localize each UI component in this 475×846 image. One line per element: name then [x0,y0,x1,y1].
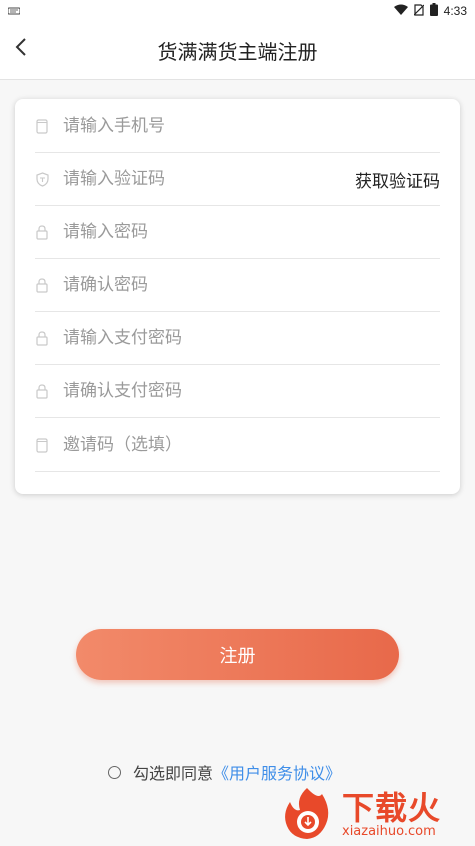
phone-input[interactable] [63,100,440,152]
watermark-title: 下载火 [342,789,442,827]
header: 货满满货主端注册 [0,22,475,80]
lock-icon [35,383,49,399]
phone-icon [35,437,49,453]
register-form: 获取验证码 [15,99,460,494]
agreement-prefix: 勾选即同意 [133,764,214,783]
agree-checkbox[interactable] [108,765,121,779]
battery-icon [429,3,438,19]
confirm-password-field-row [35,259,440,312]
status-bar: 4:33 [0,0,475,22]
lock-icon [35,330,49,346]
get-code-button[interactable]: 获取验证码 [347,167,440,192]
user-agreement-link[interactable]: 《用户服务协议》 [213,760,341,784]
wifi-icon [393,4,408,19]
phone-field-row [35,100,440,153]
flame-logo-icon [278,784,336,846]
page-title: 货满满货主端注册 [157,40,318,64]
verification-code-input[interactable] [63,153,347,205]
pay-password-input[interactable] [63,312,440,364]
watermark-url: xiazaihuo.com [342,824,436,839]
notification-icon [7,4,21,18]
lock-icon [35,224,49,240]
status-time: 4:33 [443,4,467,18]
invite-code-field-row [35,419,440,472]
code-field-row: 获取验证码 [35,153,440,206]
watermark-text: 下载火 xiazaihuo.com [342,791,441,839]
confirm-pay-password-field-row [35,365,440,418]
status-left [7,4,21,18]
shield-icon [35,171,49,187]
confirm-password-input[interactable] [63,259,440,311]
invite-code-input[interactable] [63,419,440,471]
password-field-row [35,206,440,259]
no-sim-icon [413,3,425,19]
watermark: 下载火 xiazaihuo.com [278,784,475,846]
register-button[interactable]: 注册 [76,629,399,680]
status-right: 4:33 [393,3,467,19]
lock-icon [35,277,49,293]
phone-icon [35,118,49,134]
confirm-pay-password-input[interactable] [63,365,440,417]
pay-password-field-row [35,312,440,365]
password-input[interactable] [63,206,440,258]
agreement: 勾选即同意 《用户服务协议》 [108,760,341,784]
